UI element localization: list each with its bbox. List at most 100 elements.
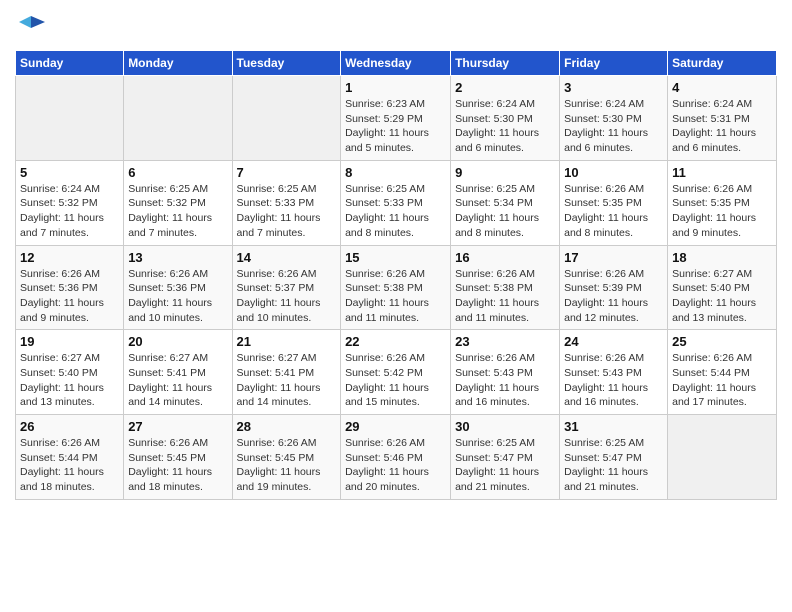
calendar-cell — [668, 415, 777, 500]
calendar-week-row: 26 Sunrise: 6:26 AM Sunset: 5:44 PM Dayli… — [16, 415, 777, 500]
day-number: 16 — [455, 250, 555, 265]
weekday-monday: Monday — [124, 51, 232, 76]
calendar-week-row: 1 Sunrise: 6:23 AM Sunset: 5:29 PM Daylig… — [16, 76, 777, 161]
day-number: 29 — [345, 419, 446, 434]
calendar-cell: 16Sunrise: 6:26 AM Sunset: 5:38 PM Dayli… — [451, 245, 560, 330]
day-number: 5 — [20, 165, 119, 180]
day-number: 31 — [564, 419, 663, 434]
calendar-cell: 10 Sunrise: 6:26 AM Sunset: 5:35 PM Dayli… — [560, 160, 668, 245]
calendar-cell: 9Sunrise: 6:25 AM Sunset: 5:34 PM Daylig… — [451, 160, 560, 245]
day-number: 18 — [672, 250, 772, 265]
day-info: Sunrise: 6:26 AM Sunset: 5:43 PM Dayligh… — [455, 351, 555, 410]
calendar-cell: 24 Sunrise: 6:26 AM Sunset: 5:43 PM Dayli… — [560, 330, 668, 415]
calendar-cell: 17 Sunrise: 6:26 AM Sunset: 5:39 PM Dayli… — [560, 245, 668, 330]
day-number: 1 — [345, 80, 446, 95]
calendar-cell: 1 Sunrise: 6:23 AM Sunset: 5:29 PM Daylig… — [341, 76, 451, 161]
calendar-cell: 3 Sunrise: 6:24 AM Sunset: 5:30 PM Daylig… — [560, 76, 668, 161]
day-info: Sunrise: 6:27 AM Sunset: 5:40 PM Dayligh… — [20, 351, 119, 410]
calendar-cell: 19 Sunrise: 6:27 AM Sunset: 5:40 PM Dayli… — [16, 330, 124, 415]
calendar-cell: 30 Sunrise: 6:25 AM Sunset: 5:47 PM Dayli… — [451, 415, 560, 500]
calendar-cell: 5 Sunrise: 6:24 AM Sunset: 5:32 PM Daylig… — [16, 160, 124, 245]
day-number: 21 — [237, 334, 337, 349]
calendar-header: SundayMondayTuesdayWednesdayThursdayFrid… — [16, 51, 777, 76]
day-info: Sunrise: 6:24 AM Sunset: 5:32 PM Dayligh… — [20, 182, 119, 241]
day-number: 8 — [345, 165, 446, 180]
day-number: 6 — [128, 165, 227, 180]
calendar-table: SundayMondayTuesdayWednesdayThursdayFrid… — [15, 50, 777, 500]
logo-flag-icon — [17, 14, 45, 42]
calendar-cell — [232, 76, 341, 161]
day-number: 19 — [20, 334, 119, 349]
page-header — [15, 10, 777, 42]
day-number: 11 — [672, 165, 772, 180]
weekday-tuesday: Tuesday — [232, 51, 341, 76]
day-number: 23 — [455, 334, 555, 349]
day-info: Sunrise: 6:26 AM Sunset: 5:45 PM Dayligh… — [237, 436, 337, 495]
weekday-friday: Friday — [560, 51, 668, 76]
day-info: Sunrise: 6:25 AM Sunset: 5:32 PM Dayligh… — [128, 182, 227, 241]
day-number: 14 — [237, 250, 337, 265]
day-info: Sunrise: 6:26 AM Sunset: 5:36 PM Dayligh… — [128, 267, 227, 326]
calendar-cell: 18Sunrise: 6:27 AM Sunset: 5:40 PM Dayli… — [668, 245, 777, 330]
calendar-cell: 8 Sunrise: 6:25 AM Sunset: 5:33 PM Daylig… — [341, 160, 451, 245]
calendar-cell: 27Sunrise: 6:26 AM Sunset: 5:45 PM Dayli… — [124, 415, 232, 500]
calendar-cell: 20Sunrise: 6:27 AM Sunset: 5:41 PM Dayli… — [124, 330, 232, 415]
day-number: 4 — [672, 80, 772, 95]
day-number: 3 — [564, 80, 663, 95]
day-info: Sunrise: 6:27 AM Sunset: 5:41 PM Dayligh… — [237, 351, 337, 410]
calendar-cell: 26 Sunrise: 6:26 AM Sunset: 5:44 PM Dayli… — [16, 415, 124, 500]
day-info: Sunrise: 6:26 AM Sunset: 5:42 PM Dayligh… — [345, 351, 446, 410]
day-info: Sunrise: 6:24 AM Sunset: 5:30 PM Dayligh… — [564, 97, 663, 156]
calendar-cell: 11 Sunrise: 6:26 AM Sunset: 5:35 PM Dayli… — [668, 160, 777, 245]
day-info: Sunrise: 6:24 AM Sunset: 5:30 PM Dayligh… — [455, 97, 555, 156]
day-number: 13 — [128, 250, 227, 265]
calendar-cell: 29 Sunrise: 6:26 AM Sunset: 5:46 PM Dayli… — [341, 415, 451, 500]
day-info: Sunrise: 6:26 AM Sunset: 5:44 PM Dayligh… — [672, 351, 772, 410]
day-info: Sunrise: 6:26 AM Sunset: 5:36 PM Dayligh… — [20, 267, 119, 326]
weekday-saturday: Saturday — [668, 51, 777, 76]
day-info: Sunrise: 6:26 AM Sunset: 5:38 PM Dayligh… — [345, 267, 446, 326]
day-info: Sunrise: 6:26 AM Sunset: 5:46 PM Dayligh… — [345, 436, 446, 495]
calendar-cell: 13 Sunrise: 6:26 AM Sunset: 5:36 PM Dayli… — [124, 245, 232, 330]
day-number: 12 — [20, 250, 119, 265]
day-number: 24 — [564, 334, 663, 349]
calendar-cell: 21 Sunrise: 6:27 AM Sunset: 5:41 PM Dayli… — [232, 330, 341, 415]
calendar-cell: 7 Sunrise: 6:25 AM Sunset: 5:33 PM Daylig… — [232, 160, 341, 245]
day-info: Sunrise: 6:26 AM Sunset: 5:35 PM Dayligh… — [564, 182, 663, 241]
day-info: Sunrise: 6:24 AM Sunset: 5:31 PM Dayligh… — [672, 97, 772, 156]
day-info: Sunrise: 6:25 AM Sunset: 5:33 PM Dayligh… — [237, 182, 337, 241]
day-number: 7 — [237, 165, 337, 180]
weekday-sunday: Sunday — [16, 51, 124, 76]
weekday-wednesday: Wednesday — [341, 51, 451, 76]
calendar-cell: 6 Sunrise: 6:25 AM Sunset: 5:32 PM Daylig… — [124, 160, 232, 245]
day-number: 10 — [564, 165, 663, 180]
weekday-header-row: SundayMondayTuesdayWednesdayThursdayFrid… — [16, 51, 777, 76]
day-info: Sunrise: 6:26 AM Sunset: 5:39 PM Dayligh… — [564, 267, 663, 326]
day-number: 17 — [564, 250, 663, 265]
day-info: Sunrise: 6:23 AM Sunset: 5:29 PM Dayligh… — [345, 97, 446, 156]
day-number: 26 — [20, 419, 119, 434]
calendar-week-row: 19 Sunrise: 6:27 AM Sunset: 5:40 PM Dayli… — [16, 330, 777, 415]
day-info: Sunrise: 6:25 AM Sunset: 5:47 PM Dayligh… — [564, 436, 663, 495]
day-info: Sunrise: 6:26 AM Sunset: 5:35 PM Dayligh… — [672, 182, 772, 241]
day-number: 9 — [455, 165, 555, 180]
day-info: Sunrise: 6:26 AM Sunset: 5:37 PM Dayligh… — [237, 267, 337, 326]
day-number: 28 — [237, 419, 337, 434]
calendar-cell: 15Sunrise: 6:26 AM Sunset: 5:38 PM Dayli… — [341, 245, 451, 330]
calendar-cell: 4 Sunrise: 6:24 AM Sunset: 5:31 PM Daylig… — [668, 76, 777, 161]
day-number: 20 — [128, 334, 227, 349]
day-number: 30 — [455, 419, 555, 434]
calendar-body: 1 Sunrise: 6:23 AM Sunset: 5:29 PM Daylig… — [16, 76, 777, 500]
calendar-cell: 2 Sunrise: 6:24 AM Sunset: 5:30 PM Daylig… — [451, 76, 560, 161]
day-info: Sunrise: 6:25 AM Sunset: 5:47 PM Dayligh… — [455, 436, 555, 495]
calendar-cell — [124, 76, 232, 161]
calendar-cell — [16, 76, 124, 161]
day-info: Sunrise: 6:25 AM Sunset: 5:33 PM Dayligh… — [345, 182, 446, 241]
calendar-cell: 28 Sunrise: 6:26 AM Sunset: 5:45 PM Dayli… — [232, 415, 341, 500]
calendar-week-row: 5 Sunrise: 6:24 AM Sunset: 5:32 PM Daylig… — [16, 160, 777, 245]
day-number: 22 — [345, 334, 446, 349]
calendar-cell: 25Sunrise: 6:26 AM Sunset: 5:44 PM Dayli… — [668, 330, 777, 415]
day-info: Sunrise: 6:26 AM Sunset: 5:44 PM Dayligh… — [20, 436, 119, 495]
day-info: Sunrise: 6:26 AM Sunset: 5:43 PM Dayligh… — [564, 351, 663, 410]
day-number: 2 — [455, 80, 555, 95]
